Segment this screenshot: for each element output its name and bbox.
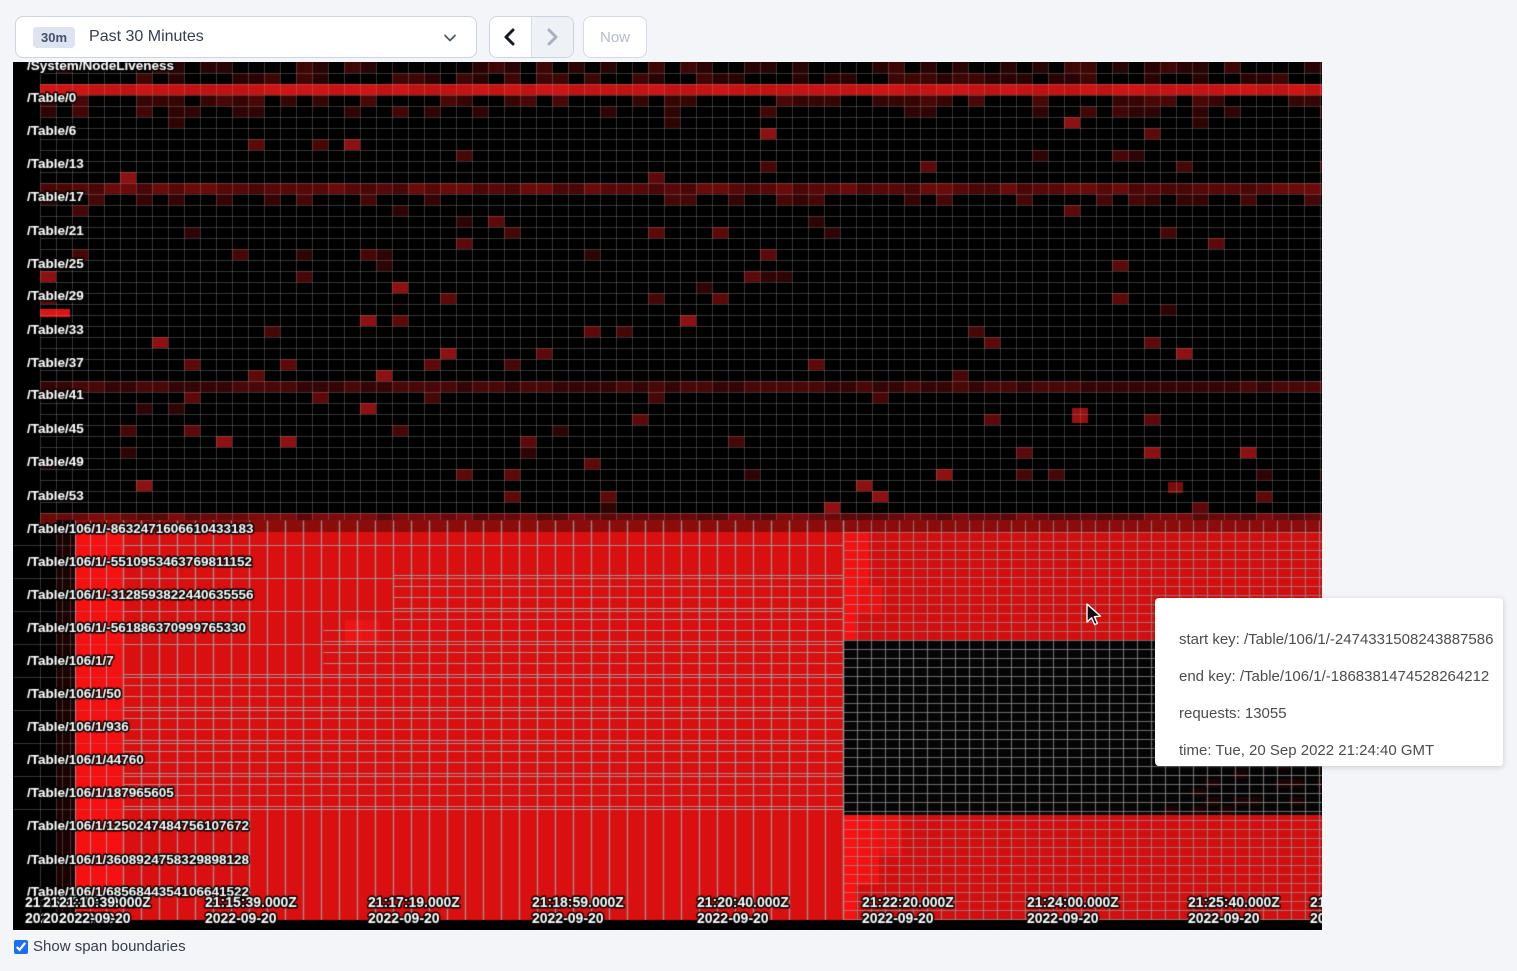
span-hover-tooltip: start key: /Table/106/1/-247433150824388… bbox=[1155, 598, 1503, 766]
tooltip-time: time: Tue, 20 Sep 2022 21:24:40 GMT bbox=[1179, 732, 1479, 769]
time-nav-group bbox=[489, 16, 574, 58]
show-span-boundaries-label: Show span boundaries bbox=[33, 938, 186, 955]
now-button[interactable]: Now bbox=[583, 16, 647, 58]
chevron-down-icon bbox=[442, 30, 458, 46]
show-span-boundaries-checkbox[interactable] bbox=[14, 940, 28, 954]
key-visualizer-page: 30m Past 30 Minutes Now start key: /Tabl… bbox=[0, 0, 1517, 971]
chevron-left-icon bbox=[501, 27, 519, 47]
time-window-dropdown[interactable]: 30m Past 30 Minutes bbox=[15, 16, 477, 58]
back-button[interactable] bbox=[490, 17, 532, 57]
tooltip-requests: requests: 13055 bbox=[1179, 695, 1479, 732]
mouse-cursor-icon bbox=[1083, 603, 1103, 627]
time-window-badge: 30m bbox=[33, 27, 75, 48]
tooltip-end-key: end key: /Table/106/1/-18683814745282642… bbox=[1179, 658, 1479, 695]
time-window-label: Past 30 Minutes bbox=[89, 28, 204, 46]
key-visualizer-heatmap bbox=[13, 62, 1322, 930]
show-span-boundaries-control[interactable]: Show span boundaries bbox=[14, 938, 186, 955]
tooltip-start-key: start key: /Table/106/1/-247433150824388… bbox=[1179, 621, 1479, 658]
forward-button[interactable] bbox=[532, 17, 574, 57]
chevron-right-icon bbox=[543, 27, 561, 47]
heatmap-canvas[interactable] bbox=[13, 62, 1322, 930]
